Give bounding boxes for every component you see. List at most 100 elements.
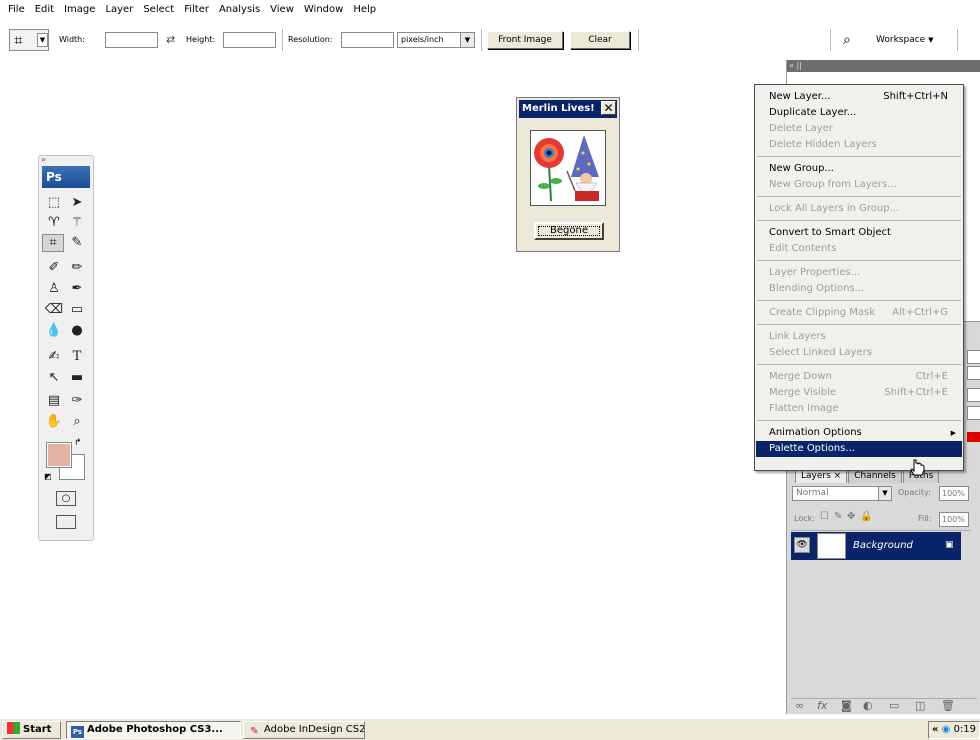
menu-item-new-group-from-layers[interactable]: New Group from Layers... (756, 177, 962, 193)
swap-arrows-icon[interactable]: ⇄ (166, 32, 175, 48)
width-input[interactable] (105, 32, 158, 48)
menu-view[interactable]: View (265, 0, 299, 20)
opacity-input[interactable]: 100% (939, 486, 969, 501)
red-swatch[interactable] (967, 432, 980, 442)
tab-channels[interactable]: Channels (848, 469, 902, 483)
brush-tool-icon[interactable]: ✏ (66, 259, 88, 277)
pen-tool-icon[interactable]: ✍ (43, 348, 65, 366)
menu-filter[interactable]: Filter (179, 0, 214, 20)
clone-stamp-tool-icon[interactable]: ♙ (43, 280, 65, 298)
menu-image[interactable]: Image (59, 0, 100, 20)
menu-edit[interactable]: Edit (30, 0, 59, 20)
notes-tool-icon[interactable]: ▤ (43, 392, 65, 410)
front-image-button[interactable]: Front Image (487, 31, 563, 49)
menu-item-select-linked-layers[interactable]: Select Linked Layers (756, 345, 962, 361)
menu-window[interactable]: Window (299, 0, 348, 20)
close-icon[interactable]: ✕ (601, 101, 616, 115)
resolution-input[interactable] (341, 32, 394, 48)
lock-transparency-icon[interactable]: ☐ (820, 511, 829, 522)
eyedropper-tool-icon[interactable]: ✑ (66, 392, 88, 410)
hand-tool-icon[interactable]: ✋ (43, 413, 65, 431)
menu-item-duplicate-layer[interactable]: Duplicate Layer... (756, 105, 962, 121)
menu-item-shortcut: Alt+Ctrl+G (892, 307, 948, 318)
menu-file[interactable]: File (3, 0, 30, 20)
height-input[interactable] (223, 32, 276, 48)
slice-tool-icon[interactable]: ✎ (66, 234, 88, 252)
fill-input[interactable]: 100% (939, 512, 969, 527)
lock-all-icon[interactable]: 🔒 (860, 511, 872, 522)
quick-mask-icon[interactable]: ○ (56, 491, 76, 506)
shape-tool-icon[interactable]: ▬ (66, 369, 88, 387)
taskbar-item-photoshop[interactable]: Ps Adobe Photoshop CS3... (66, 721, 241, 739)
tool-preset-picker[interactable]: ⌗ ▼ (9, 29, 49, 51)
default-colors-icon[interactable]: ◩ (44, 472, 52, 481)
menu-item-delete-hidden-layers[interactable]: Delete Hidden Layers (756, 137, 962, 153)
marquee-tool-icon[interactable]: ⬚ (43, 194, 65, 212)
palette-grip[interactable]: » (39, 156, 93, 165)
new-layer-icon[interactable]: ◫ (915, 699, 925, 712)
link-layers-icon[interactable]: ∞ (795, 699, 804, 712)
menu-item-convert-to-smart-object[interactable]: Convert to Smart Object (756, 225, 962, 241)
panel-control[interactable] (967, 406, 980, 420)
panel-control[interactable] (967, 388, 980, 402)
menu-help[interactable]: Help (348, 0, 381, 20)
dodge-tool-icon[interactable]: ● (66, 322, 88, 340)
healing-brush-tool-icon[interactable]: ✐ (43, 259, 65, 277)
resolution-units-select[interactable]: pixels/inch ▼ (397, 32, 475, 48)
begone-button[interactable]: Begone (534, 222, 604, 240)
type-tool-icon[interactable]: T (66, 348, 88, 366)
magic-wand-tool-icon[interactable]: ⚚ (66, 214, 88, 232)
taskbar-item-indesign[interactable]: ✎ Adobe InDesign CS2 - [n... (243, 721, 365, 739)
menu-item-palette-options[interactable]: Palette Options... (756, 441, 962, 457)
zoom-tool-icon[interactable]: ⌕ (66, 413, 88, 431)
layer-row-background[interactable]: 👁 Background ▣ (791, 532, 961, 560)
history-brush-tool-icon[interactable]: ✒ (66, 280, 88, 298)
network-tray-icon[interactable]: ◉ (942, 724, 951, 735)
menu-item-animation-options[interactable]: Animation Options ▶ (756, 425, 962, 441)
blend-mode-select[interactable]: Normal ▼ (792, 486, 892, 501)
adjustment-layer-icon[interactable]: ◐ (863, 699, 873, 712)
menu-item-edit-contents[interactable]: Edit Contents (756, 241, 962, 257)
menu-item-blending-options[interactable]: Blending Options... (756, 281, 962, 297)
panel-control[interactable] (967, 366, 980, 380)
crop-tool-icon[interactable]: ⌗ (42, 234, 64, 252)
trash-icon[interactable]: 🗑 (941, 699, 955, 712)
start-button[interactable]: Start (2, 721, 61, 739)
tray-expand-icon[interactable]: « (932, 724, 938, 735)
lasso-tool-icon[interactable]: ♈ (43, 214, 65, 232)
layer-style-icon[interactable]: fx (817, 699, 827, 712)
menu-item-lock-all-layers-in-group[interactable]: Lock All Layers in Group... (756, 201, 962, 217)
menu-item-create-clipping-mask[interactable]: Create Clipping Mask Alt+Ctrl+G (756, 305, 962, 321)
new-group-icon[interactable]: ▭ (889, 699, 899, 712)
menu-item-delete-layer[interactable]: Delete Layer (756, 121, 962, 137)
lock-position-icon[interactable]: ✥ (847, 511, 855, 522)
menu-item-layer-properties[interactable]: Layer Properties... (756, 265, 962, 281)
eraser-tool-icon[interactable]: ⌫ (43, 301, 65, 319)
menu-item-merge-visible[interactable]: Merge Visible Shift+Ctrl+E (756, 385, 962, 401)
layer-mask-icon[interactable]: ◙ (841, 699, 852, 712)
menu-layer[interactable]: Layer (100, 0, 138, 20)
screen-mode-icon[interactable] (56, 515, 76, 529)
menu-item-flatten-image[interactable]: Flatten Image (756, 401, 962, 417)
menu-analysis[interactable]: Analysis (214, 0, 265, 20)
menu-item-new-group[interactable]: New Group... (756, 161, 962, 177)
menu-select[interactable]: Select (138, 0, 179, 20)
blur-tool-icon[interactable]: 💧 (43, 322, 65, 340)
menu-item-new-layer[interactable]: New Layer... Shift+Ctrl+N (756, 89, 962, 105)
path-selection-tool-icon[interactable]: ↖ (43, 369, 65, 387)
eye-icon[interactable]: 👁 (794, 537, 810, 553)
tab-layers[interactable]: Layers × (795, 469, 848, 483)
divider (481, 29, 482, 51)
lock-image-icon[interactable]: ✎ (834, 511, 842, 522)
dock-collapse-bar[interactable]: « || (787, 60, 980, 72)
search-bridge-icon[interactable]: ⌕ (843, 31, 851, 49)
menu-item-link-layers[interactable]: Link Layers (756, 329, 962, 345)
panel-control[interactable] (967, 350, 980, 364)
workspace-button[interactable]: Workspace ▼ (876, 32, 933, 48)
move-tool-icon[interactable]: ➤ (66, 194, 88, 212)
clear-button[interactable]: Clear (570, 31, 630, 49)
gradient-tool-icon[interactable]: ▭ (66, 301, 88, 319)
menu-item-merge-down[interactable]: Merge Down Ctrl+E (756, 369, 962, 385)
swap-colors-icon[interactable]: ↱ (74, 438, 82, 448)
foreground-color-swatch[interactable] (46, 442, 72, 468)
